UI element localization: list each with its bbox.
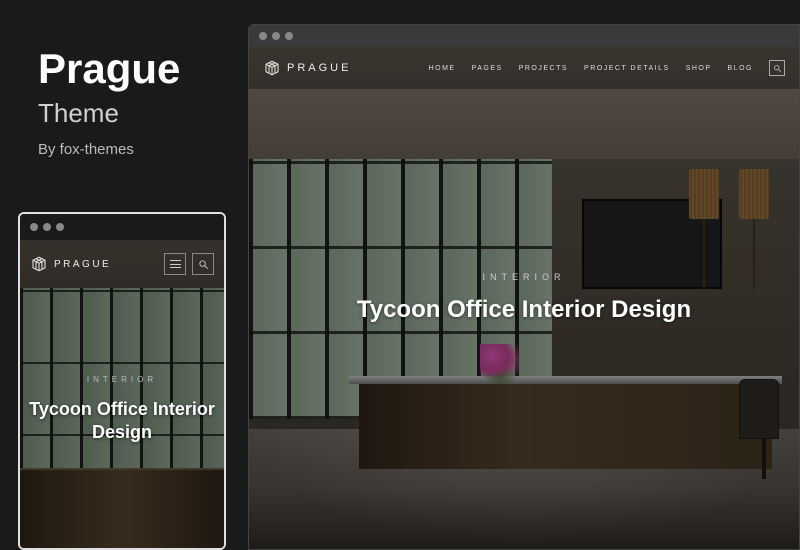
hero-eyebrow: INTERIOR: [249, 272, 799, 282]
window-dot: [30, 223, 38, 231]
hero-content: INTERIOR Tycoon Office Interior Design: [249, 272, 799, 324]
mobile-hero-eyebrow: INTERIOR: [28, 375, 216, 384]
logo-icon: [30, 255, 48, 273]
main-nav: PRAGUE HOME PAGES PROJECTS PROJECT DETAI…: [249, 47, 799, 89]
nav-projects[interactable]: PROJECTS: [519, 65, 568, 72]
window-dot: [56, 223, 64, 231]
theme-title: Prague: [38, 48, 180, 90]
window-dot: [259, 32, 267, 40]
hamburger-icon: [170, 260, 181, 268]
nav-project-details[interactable]: PROJECT DETAILS: [584, 65, 670, 72]
mobile-hero: PRAGUE INTERIOR Tycoon Office Interior D…: [20, 240, 224, 548]
nav-blog[interactable]: BLOG: [728, 65, 753, 72]
window-titlebar: [249, 25, 799, 47]
window-dot: [285, 32, 293, 40]
desktop-preview-window: PRAGUE HOME PAGES PROJECTS PROJECT DETAI…: [248, 24, 800, 550]
search-icon: [773, 64, 782, 73]
hero-title: Tycoon Office Interior Design: [249, 296, 799, 324]
mobile-titlebar: [20, 214, 224, 240]
nav-menu: HOME PAGES PROJECTS PROJECT DETAILS SHOP…: [429, 60, 785, 76]
theme-info: Prague Theme By fox-themes: [38, 48, 180, 158]
brand-logo[interactable]: PRAGUE: [263, 59, 351, 77]
nav-shop[interactable]: SHOP: [686, 65, 712, 72]
mobile-hero-content: INTERIOR Tycoon Office Interior Design: [20, 375, 224, 443]
mobile-preview-window: PRAGUE INTERIOR Tycoon Office Interior D…: [18, 212, 226, 550]
nav-home[interactable]: HOME: [429, 65, 456, 72]
mobile-logo-text: PRAGUE: [54, 259, 111, 270]
theme-subtitle: Theme: [38, 98, 180, 129]
mobile-search-button[interactable]: [192, 253, 214, 275]
logo-text: PRAGUE: [287, 62, 351, 74]
logo-icon: [263, 59, 281, 77]
window-dot: [272, 32, 280, 40]
window-dot: [43, 223, 51, 231]
nav-pages[interactable]: PAGES: [472, 65, 503, 72]
mobile-brand-logo[interactable]: PRAGUE: [30, 255, 111, 273]
mobile-menu-button[interactable]: [164, 253, 186, 275]
search-icon: [198, 259, 209, 270]
search-button[interactable]: [769, 60, 785, 76]
theme-author: By fox-themes: [38, 141, 180, 158]
desktop-hero: PRAGUE HOME PAGES PROJECTS PROJECT DETAI…: [249, 47, 799, 549]
mobile-hero-title: Tycoon Office Interior Design: [28, 398, 216, 443]
mobile-nav: PRAGUE: [20, 240, 224, 288]
